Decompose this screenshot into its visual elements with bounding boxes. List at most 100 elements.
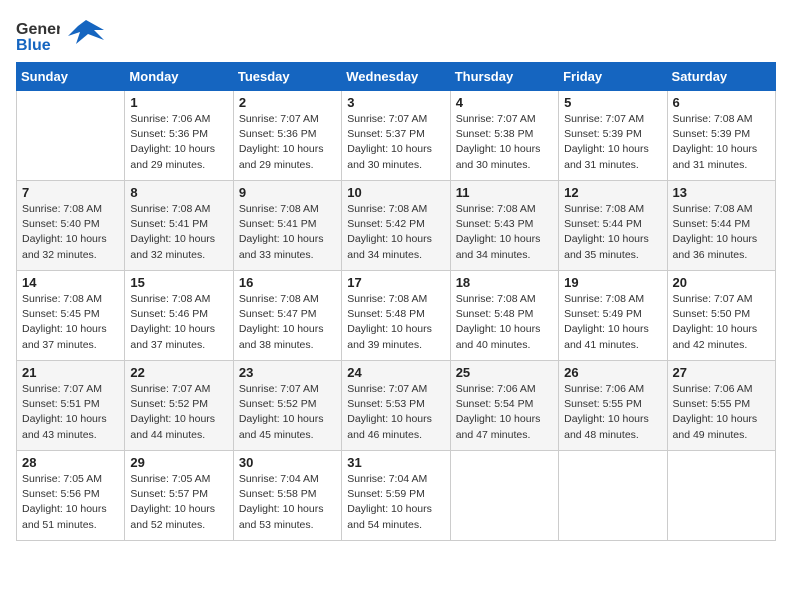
day-number: 31	[347, 455, 444, 470]
weekday-header-monday: Monday	[125, 63, 233, 91]
day-info: Sunrise: 7:07 AM Sunset: 5:51 PM Dayligh…	[22, 382, 119, 443]
day-number: 4	[456, 95, 553, 110]
calendar-cell	[450, 451, 558, 541]
day-info: Sunrise: 7:08 AM Sunset: 5:40 PM Dayligh…	[22, 202, 119, 263]
day-number: 2	[239, 95, 336, 110]
calendar-cell: 20 Sunrise: 7:07 AM Sunset: 5:50 PM Dayli…	[667, 271, 775, 361]
calendar-week-row: 21 Sunrise: 7:07 AM Sunset: 5:51 PM Dayli…	[17, 361, 776, 451]
day-info: Sunrise: 7:04 AM Sunset: 5:58 PM Dayligh…	[239, 472, 336, 533]
day-info: Sunrise: 7:08 AM Sunset: 5:46 PM Dayligh…	[130, 292, 227, 353]
day-number: 25	[456, 365, 553, 380]
calendar-cell: 4Sunrise: 7:07 AM Sunset: 5:38 PM Daylig…	[450, 91, 558, 181]
calendar-cell: 11Sunrise: 7:08 AM Sunset: 5:43 PM Dayli…	[450, 181, 558, 271]
calendar-cell: 28 Sunrise: 7:05 AM Sunset: 5:56 PM Dayli…	[17, 451, 125, 541]
day-info: Sunrise: 7:07 AM Sunset: 5:50 PM Dayligh…	[673, 292, 770, 353]
day-number: 24	[347, 365, 444, 380]
calendar-table: SundayMondayTuesdayWednesdayThursdayFrid…	[16, 62, 776, 541]
calendar-cell: 24 Sunrise: 7:07 AM Sunset: 5:53 PM Dayli…	[342, 361, 450, 451]
day-info: Sunrise: 7:08 AM Sunset: 5:48 PM Dayligh…	[347, 292, 444, 353]
calendar-cell: 8Sunrise: 7:08 AM Sunset: 5:41 PM Daylig…	[125, 181, 233, 271]
svg-text:Blue: Blue	[16, 37, 51, 52]
bird-logo-icon	[66, 16, 104, 52]
header: General Blue	[16, 16, 776, 52]
day-info: Sunrise: 7:07 AM Sunset: 5:39 PM Dayligh…	[564, 112, 661, 173]
day-number: 19	[564, 275, 661, 290]
logo: General Blue	[16, 16, 104, 52]
calendar-cell: 2 Sunrise: 7:07 AM Sunset: 5:36 PM Daylig…	[233, 91, 341, 181]
calendar-week-row: 1 Sunrise: 7:06 AM Sunset: 5:36 PM Daylig…	[17, 91, 776, 181]
calendar-cell: 13 Sunrise: 7:08 AM Sunset: 5:44 PM Dayli…	[667, 181, 775, 271]
day-info: Sunrise: 7:08 AM Sunset: 5:48 PM Dayligh…	[456, 292, 553, 353]
calendar-cell: 1 Sunrise: 7:06 AM Sunset: 5:36 PM Daylig…	[125, 91, 233, 181]
day-number: 7	[22, 185, 119, 200]
logo-icon: General Blue	[16, 16, 60, 52]
weekday-header-tuesday: Tuesday	[233, 63, 341, 91]
day-number: 22	[130, 365, 227, 380]
day-info: Sunrise: 7:05 AM Sunset: 5:57 PM Dayligh…	[130, 472, 227, 533]
weekday-header-saturday: Saturday	[667, 63, 775, 91]
calendar-cell: 19 Sunrise: 7:08 AM Sunset: 5:49 PM Dayli…	[559, 271, 667, 361]
svg-text:General: General	[16, 21, 60, 38]
day-number: 12	[564, 185, 661, 200]
day-info: Sunrise: 7:07 AM Sunset: 5:36 PM Dayligh…	[239, 112, 336, 173]
day-number: 17	[347, 275, 444, 290]
calendar-cell	[17, 91, 125, 181]
day-info: Sunrise: 7:07 AM Sunset: 5:53 PM Dayligh…	[347, 382, 444, 443]
day-info: Sunrise: 7:08 AM Sunset: 5:39 PM Dayligh…	[673, 112, 770, 173]
calendar-cell: 16Sunrise: 7:08 AM Sunset: 5:47 PM Dayli…	[233, 271, 341, 361]
day-number: 18	[456, 275, 553, 290]
calendar-week-row: 14Sunrise: 7:08 AM Sunset: 5:45 PM Dayli…	[17, 271, 776, 361]
day-info: Sunrise: 7:08 AM Sunset: 5:49 PM Dayligh…	[564, 292, 661, 353]
day-number: 21	[22, 365, 119, 380]
calendar-cell: 5 Sunrise: 7:07 AM Sunset: 5:39 PM Daylig…	[559, 91, 667, 181]
day-number: 5	[564, 95, 661, 110]
calendar-cell: 7 Sunrise: 7:08 AM Sunset: 5:40 PM Daylig…	[17, 181, 125, 271]
day-number: 28	[22, 455, 119, 470]
calendar-week-row: 7 Sunrise: 7:08 AM Sunset: 5:40 PM Daylig…	[17, 181, 776, 271]
day-number: 29	[130, 455, 227, 470]
calendar-cell	[559, 451, 667, 541]
day-info: Sunrise: 7:06 AM Sunset: 5:54 PM Dayligh…	[456, 382, 553, 443]
day-info: Sunrise: 7:08 AM Sunset: 5:44 PM Dayligh…	[673, 202, 770, 263]
day-info: Sunrise: 7:06 AM Sunset: 5:36 PM Dayligh…	[130, 112, 227, 173]
day-info: Sunrise: 7:05 AM Sunset: 5:56 PM Dayligh…	[22, 472, 119, 533]
day-info: Sunrise: 7:06 AM Sunset: 5:55 PM Dayligh…	[564, 382, 661, 443]
day-number: 16	[239, 275, 336, 290]
weekday-header-row: SundayMondayTuesdayWednesdayThursdayFrid…	[17, 63, 776, 91]
weekday-header-wednesday: Wednesday	[342, 63, 450, 91]
calendar-cell: 31 Sunrise: 7:04 AM Sunset: 5:59 PM Dayli…	[342, 451, 450, 541]
day-number: 26	[564, 365, 661, 380]
day-info: Sunrise: 7:06 AM Sunset: 5:55 PM Dayligh…	[673, 382, 770, 443]
calendar-cell: 22 Sunrise: 7:07 AM Sunset: 5:52 PM Dayli…	[125, 361, 233, 451]
calendar-cell: 23Sunrise: 7:07 AM Sunset: 5:52 PM Dayli…	[233, 361, 341, 451]
weekday-header-thursday: Thursday	[450, 63, 558, 91]
day-info: Sunrise: 7:08 AM Sunset: 5:41 PM Dayligh…	[130, 202, 227, 263]
calendar-cell: 18 Sunrise: 7:08 AM Sunset: 5:48 PM Dayli…	[450, 271, 558, 361]
calendar-cell: 21 Sunrise: 7:07 AM Sunset: 5:51 PM Dayli…	[17, 361, 125, 451]
calendar-cell: 9Sunrise: 7:08 AM Sunset: 5:41 PM Daylig…	[233, 181, 341, 271]
calendar-cell: 25 Sunrise: 7:06 AM Sunset: 5:54 PM Dayli…	[450, 361, 558, 451]
calendar-cell: 26 Sunrise: 7:06 AM Sunset: 5:55 PM Dayli…	[559, 361, 667, 451]
calendar-cell: 12 Sunrise: 7:08 AM Sunset: 5:44 PM Dayli…	[559, 181, 667, 271]
day-info: Sunrise: 7:08 AM Sunset: 5:44 PM Dayligh…	[564, 202, 661, 263]
day-number: 13	[673, 185, 770, 200]
day-info: Sunrise: 7:08 AM Sunset: 5:42 PM Dayligh…	[347, 202, 444, 263]
day-number: 1	[130, 95, 227, 110]
day-number: 15	[130, 275, 227, 290]
calendar-cell: 17 Sunrise: 7:08 AM Sunset: 5:48 PM Dayli…	[342, 271, 450, 361]
day-number: 9	[239, 185, 336, 200]
calendar-cell	[667, 451, 775, 541]
calendar-cell: 3Sunrise: 7:07 AM Sunset: 5:37 PM Daylig…	[342, 91, 450, 181]
day-info: Sunrise: 7:04 AM Sunset: 5:59 PM Dayligh…	[347, 472, 444, 533]
day-number: 27	[673, 365, 770, 380]
calendar-cell: 15 Sunrise: 7:08 AM Sunset: 5:46 PM Dayli…	[125, 271, 233, 361]
day-info: Sunrise: 7:07 AM Sunset: 5:52 PM Dayligh…	[239, 382, 336, 443]
day-info: Sunrise: 7:07 AM Sunset: 5:37 PM Dayligh…	[347, 112, 444, 173]
day-number: 30	[239, 455, 336, 470]
calendar-cell: 30 Sunrise: 7:04 AM Sunset: 5:58 PM Dayli…	[233, 451, 341, 541]
day-info: Sunrise: 7:07 AM Sunset: 5:52 PM Dayligh…	[130, 382, 227, 443]
calendar-cell: 14Sunrise: 7:08 AM Sunset: 5:45 PM Dayli…	[17, 271, 125, 361]
calendar-cell: 10Sunrise: 7:08 AM Sunset: 5:42 PM Dayli…	[342, 181, 450, 271]
day-number: 20	[673, 275, 770, 290]
calendar-cell: 6Sunrise: 7:08 AM Sunset: 5:39 PM Daylig…	[667, 91, 775, 181]
